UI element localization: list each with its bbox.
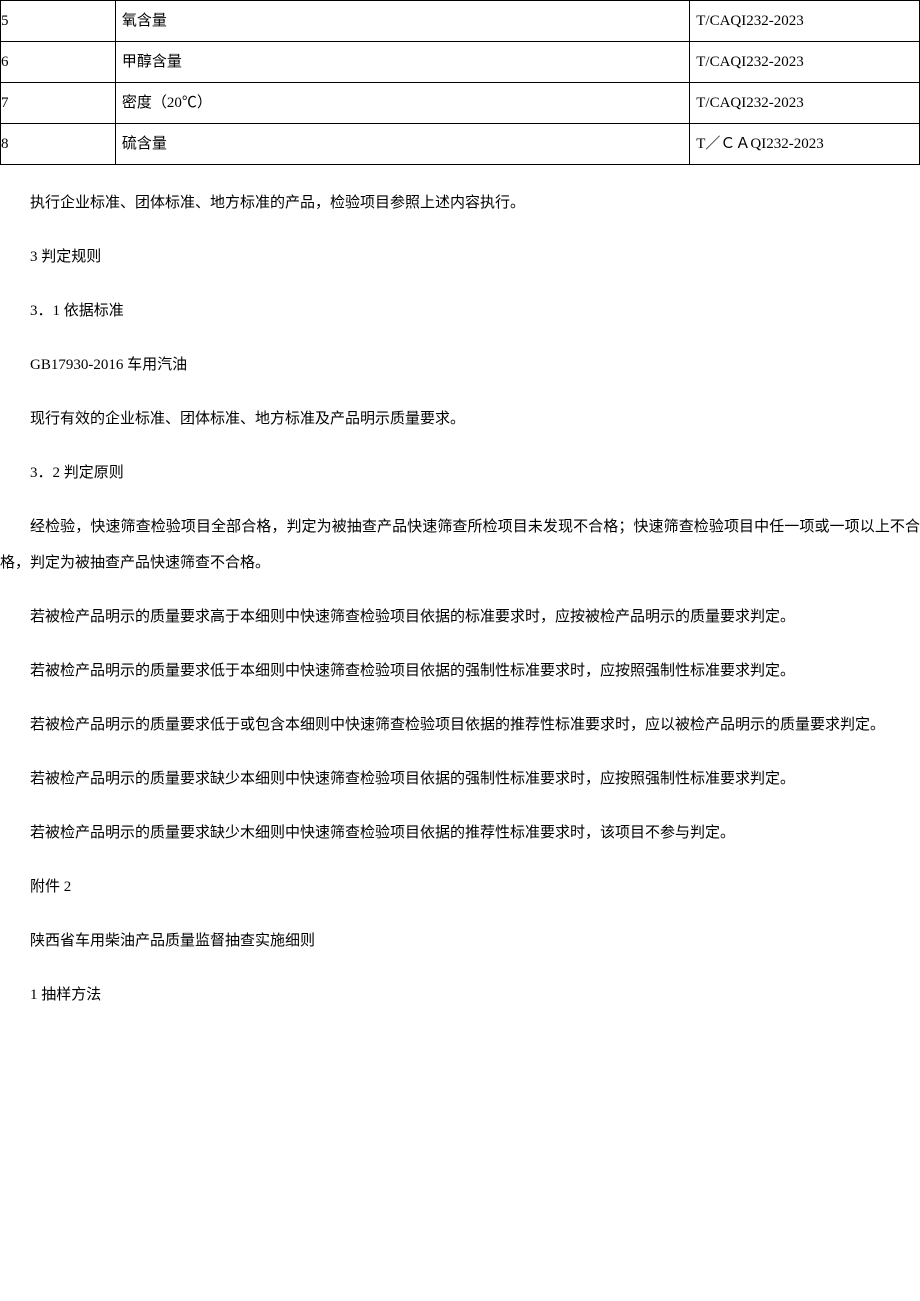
table-row: 5 氧含量 T/CAQI232-2023 <box>1 1 920 42</box>
section-heading: 1 抽样方法 <box>0 977 920 1013</box>
section-heading: 3 判定规则 <box>0 239 920 275</box>
row-item: 硫含量 <box>115 124 689 165</box>
row-number: 7 <box>1 83 116 124</box>
inspection-table: 5 氧含量 T/CAQI232-2023 6 甲醇含量 T/CAQI232-20… <box>0 0 920 165</box>
paragraph: 执行企业标准、团体标准、地方标准的产品，检验项目参照上述内容执行。 <box>0 185 920 221</box>
paragraph: GB17930-2016 车用汽油 <box>0 347 920 383</box>
paragraph: 经检验，快速筛查检验项目全部合格，判定为被抽查产品快速筛查所检项目未发现不合格；… <box>0 509 920 581</box>
paragraph: 若被检产品明示的质量要求高于本细则中快速筛查检验项目依据的标准要求时，应按被检产… <box>0 599 920 635</box>
table-row: 8 硫含量 T／ＣＡQI232-2023 <box>1 124 920 165</box>
document-content: 5 氧含量 T/CAQI232-2023 6 甲醇含量 T/CAQI232-20… <box>0 0 920 1013</box>
row-standard: T／ＣＡQI232-2023 <box>690 124 920 165</box>
attachment-label: 附件 2 <box>0 869 920 905</box>
paragraph: 若被检产品明示的质量要求缺少木细则中快速筛查检验项目依据的推荐性标准要求时，该项… <box>0 815 920 851</box>
document-body: 执行企业标准、团体标准、地方标准的产品，检验项目参照上述内容执行。 3 判定规则… <box>0 185 920 1013</box>
row-number: 6 <box>1 42 116 83</box>
row-standard: T/CAQI232-2023 <box>690 42 920 83</box>
row-item: 密度（20℃） <box>115 83 689 124</box>
paragraph: 若被检产品明示的质量要求缺少本细则中快速筛查检验项目依据的强制性标准要求时，应按… <box>0 761 920 797</box>
paragraph: 现行有效的企业标准、团体标准、地方标准及产品明示质量要求。 <box>0 401 920 437</box>
subsection-heading: 3．2 判定原则 <box>0 455 920 491</box>
table-row: 7 密度（20℃） T/CAQI232-2023 <box>1 83 920 124</box>
attachment-title: 陕西省车用柴油产品质量监督抽查实施细则 <box>0 923 920 959</box>
row-item: 甲醇含量 <box>115 42 689 83</box>
paragraph: 若被检产品明示的质量要求低于或包含本细则中快速筛查检验项目依据的推荐性标准要求时… <box>0 707 920 743</box>
row-number: 8 <box>1 124 116 165</box>
paragraph: 若被检产品明示的质量要求低于本细则中快速筛查检验项目依据的强制性标准要求时，应按… <box>0 653 920 689</box>
row-number: 5 <box>1 1 116 42</box>
table-row: 6 甲醇含量 T/CAQI232-2023 <box>1 42 920 83</box>
row-item: 氧含量 <box>115 1 689 42</box>
row-standard: T/CAQI232-2023 <box>690 83 920 124</box>
subsection-heading: 3．1 依据标准 <box>0 293 920 329</box>
row-standard: T/CAQI232-2023 <box>690 1 920 42</box>
